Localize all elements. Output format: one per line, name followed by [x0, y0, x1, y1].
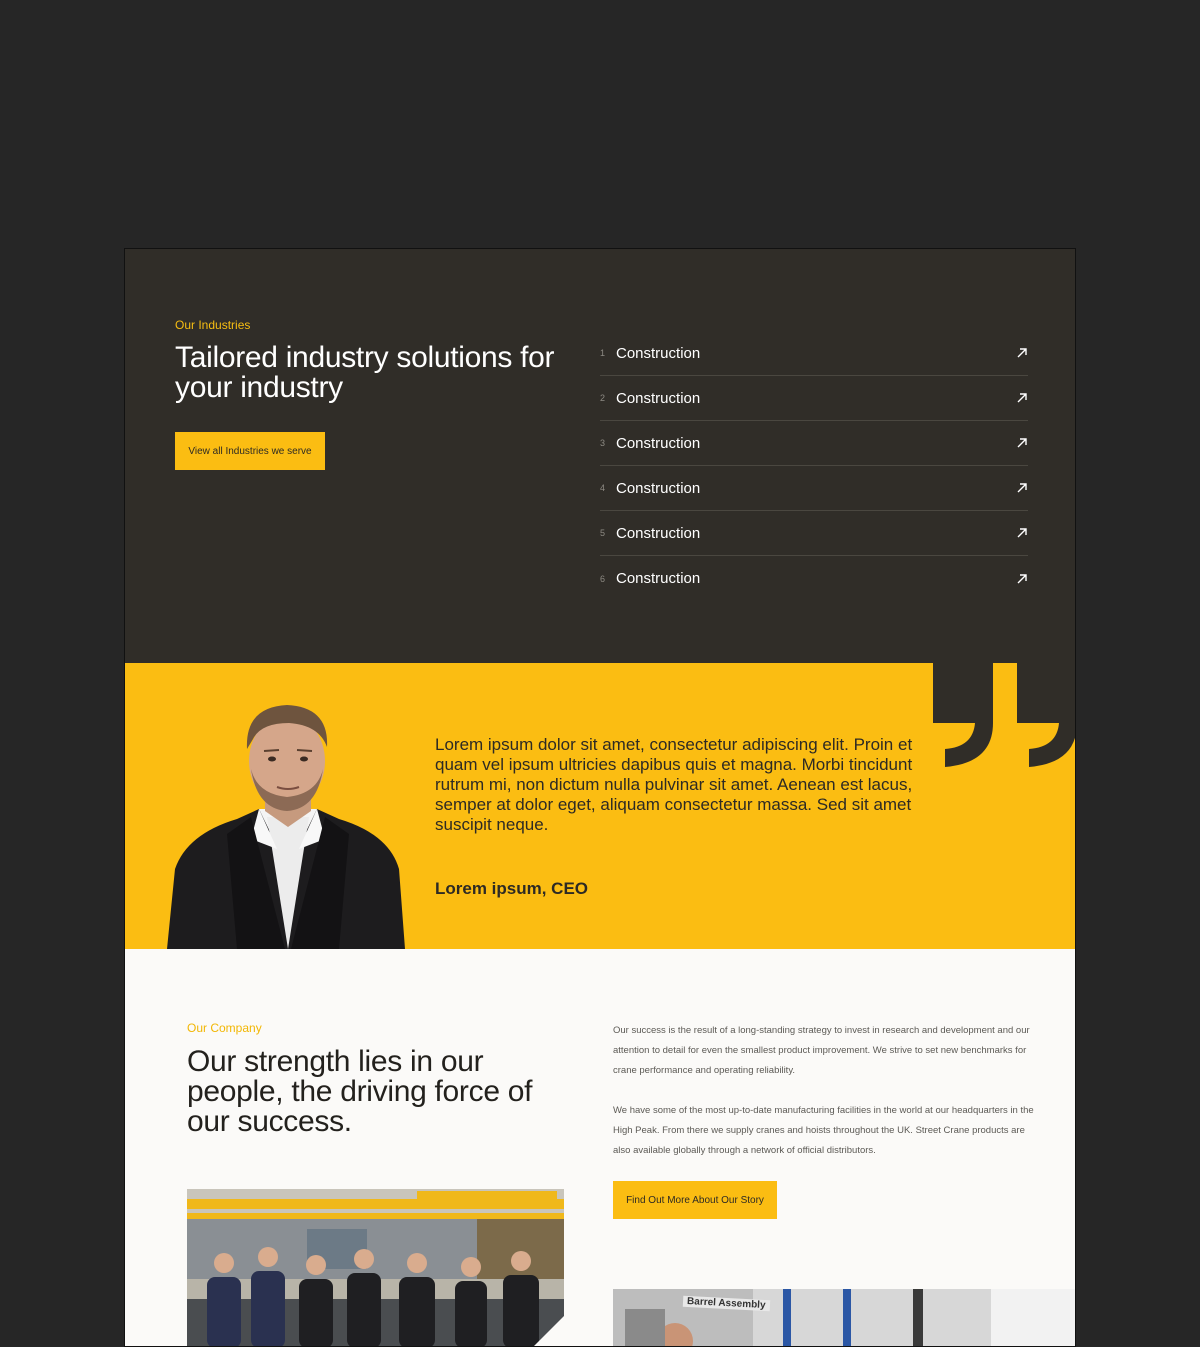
testimonial-section: Lorem ipsum dolor sit amet, consectetur …: [125, 663, 1075, 949]
company-paragraph: Our success is the result of a long-stan…: [613, 1025, 1030, 1076]
industries-section: Our Industries Tailored industry solutio…: [125, 249, 1075, 663]
industry-number: 5: [600, 528, 606, 538]
industry-label: Construction: [616, 570, 701, 587]
industry-label: Construction: [616, 344, 701, 362]
industry-number: 1: [600, 348, 606, 358]
industry-label: Construction: [616, 434, 701, 452]
arrow-up-right-icon: [1017, 438, 1027, 448]
testimonial-author: Lorem ipsum, CEO: [435, 879, 589, 898]
industries-eyebrow: Our Industries: [175, 318, 251, 332]
testimonial-quote: Lorem ipsum dolor sit amet, consectetur …: [435, 735, 913, 834]
industry-label: Construction: [616, 389, 701, 407]
arrow-up-right-icon: [1017, 573, 1027, 583]
industries-list: 1 Construction 2 Construction 3 Construc…: [600, 331, 1028, 601]
view-all-industries-button[interactable]: View all Industries we serve: [175, 432, 325, 470]
arrow-up-right-icon: [1017, 483, 1027, 493]
find-out-more-button[interactable]: Find Out More About Our Story: [613, 1181, 777, 1219]
industry-label: Construction: [616, 479, 701, 497]
page-frame: Our Industries Tailored industry solutio…: [124, 248, 1076, 1347]
closing-quote-icon: [933, 663, 1075, 767]
industry-item[interactable]: 2 Construction: [600, 376, 1028, 421]
industry-item[interactable]: 5 Construction: [600, 511, 1028, 556]
company-paragraph: We have some of the most up-to-date manu…: [613, 1105, 1034, 1156]
company-title: Our strength lies in our people, the dri…: [187, 1045, 533, 1138]
industry-number: 2: [600, 393, 606, 403]
arrow-up-right-icon: [1017, 393, 1027, 403]
industries-title: Tailored industry solutions for your ind…: [175, 341, 555, 404]
arrow-up-right-icon: [1017, 528, 1027, 538]
industry-item[interactable]: 4 Construction: [600, 466, 1028, 511]
industry-item[interactable]: 6 Construction: [600, 556, 1028, 601]
company-eyebrow: Our Company: [187, 1021, 262, 1035]
arrow-up-right-icon: [1017, 348, 1027, 358]
team-photo: [187, 1189, 564, 1346]
assembly-photo: Barrel Assembly: [613, 1289, 1075, 1346]
company-section: Our Company Our strength lies in our peo…: [125, 949, 1075, 1346]
industry-label: Construction: [616, 524, 701, 542]
industry-item[interactable]: 3 Construction: [600, 421, 1028, 466]
industry-item[interactable]: 1 Construction: [600, 331, 1028, 376]
company-description: Our success is the result of a long-stan…: [613, 1021, 1041, 1161]
ceo-portrait: [167, 705, 405, 949]
industry-number: 6: [600, 573, 606, 584]
industry-number: 4: [600, 483, 606, 493]
industry-number: 3: [600, 438, 606, 448]
